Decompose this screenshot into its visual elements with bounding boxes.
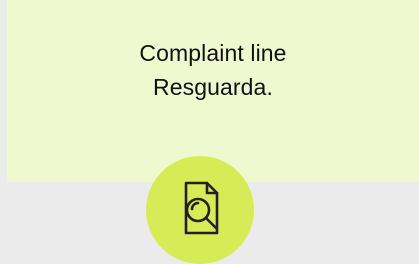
complaint-line-card[interactable]: Complaint line Resguarda. (0, 0, 419, 264)
document-search-button[interactable] (146, 156, 254, 264)
card-title-line-1: Complaint line (139, 40, 287, 66)
document-search-icon (184, 181, 219, 235)
card-title: Complaint line Resguarda. (7, 36, 419, 104)
card-title-line-2: Resguarda. (153, 74, 273, 100)
